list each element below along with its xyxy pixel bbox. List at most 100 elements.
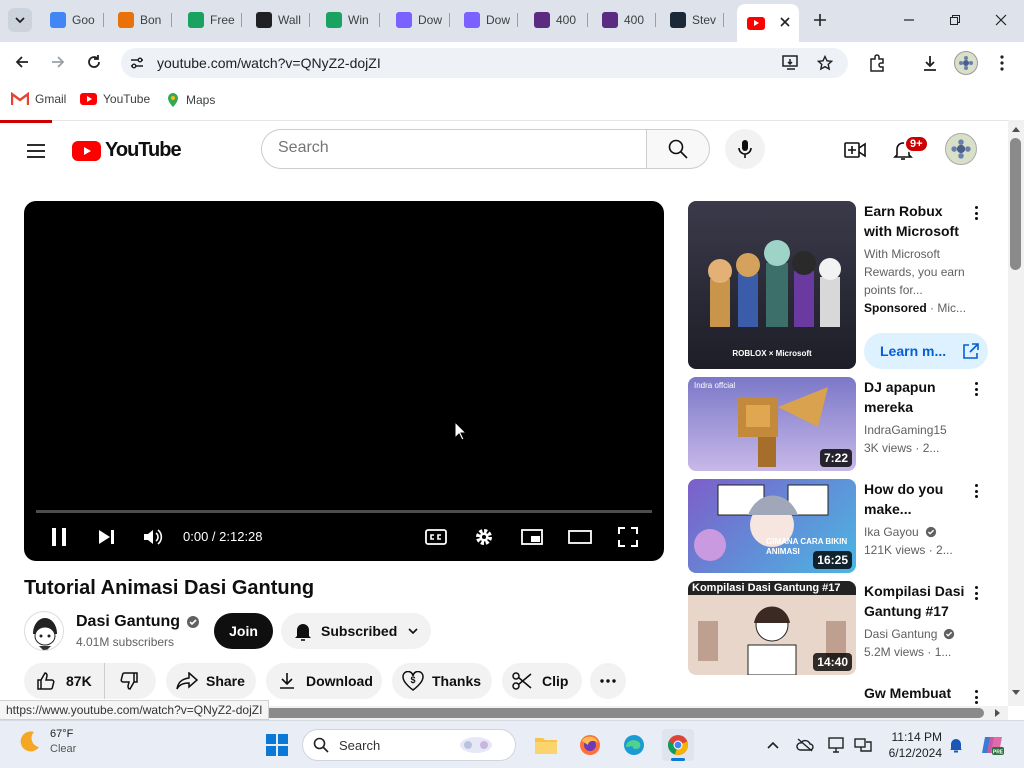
thanks-button[interactable]: $ Thanks (392, 663, 492, 699)
downloads-button[interactable] (917, 50, 943, 76)
video-age: 2... (922, 441, 940, 455)
chrome-taskbar-button[interactable] (662, 729, 694, 761)
youtube-logo[interactable]: YouTube (72, 139, 182, 162)
subscribed-button[interactable]: Subscribed (281, 613, 431, 649)
address-bar[interactable]: youtube.com/watch?v=QNyZ2-dojZI (121, 48, 848, 78)
notifications-button[interactable]: 9+ (888, 135, 929, 165)
clip-button[interactable]: Clip (502, 663, 582, 699)
network-volume-icons[interactable] (852, 733, 874, 757)
settings-button[interactable] (470, 517, 498, 557)
bookmark-maps[interactable]: Maps (166, 92, 215, 108)
back-button[interactable] (8, 48, 36, 76)
video-card-menu-button[interactable] (972, 379, 980, 399)
extensions-button[interactable] (864, 50, 890, 76)
show-hidden-icons-button[interactable] (762, 733, 784, 757)
captions-button[interactable] (422, 517, 450, 557)
file-explorer-button[interactable] (530, 729, 562, 761)
create-button[interactable] (840, 135, 870, 165)
share-button[interactable]: Share (166, 663, 256, 699)
profile-avatar-button[interactable] (954, 51, 978, 75)
progress-bar[interactable] (36, 510, 652, 513)
video-thumbnail[interactable]: GIMANA CARA BIKIN ANIMASI 16:25 (688, 479, 856, 573)
ad-card[interactable]: ROBLOX × Microsoft Earn Robux with Micro… (688, 201, 1008, 371)
browser-tab[interactable]: Wall (246, 6, 310, 34)
weather-text: 67°F Clear (50, 727, 76, 757)
bookmark-gmail[interactable]: Gmail (11, 92, 66, 106)
new-tab-button[interactable] (808, 8, 832, 32)
chrome-menu-button[interactable] (990, 50, 1014, 76)
search-highlight-icon (460, 737, 493, 753)
minimize-button[interactable] (894, 6, 924, 34)
thumb-text: Kompilasi Dasi Gantung #17 (692, 582, 841, 594)
browser-tab[interactable]: Dow (386, 6, 450, 34)
video-card-menu-button[interactable] (972, 583, 980, 603)
install-app-icon[interactable] (781, 53, 801, 73)
notification-center-button[interactable] (946, 733, 966, 757)
dislike-button[interactable] (104, 663, 156, 699)
close-window-button[interactable] (986, 6, 1016, 34)
fullscreen-button[interactable] (614, 517, 642, 557)
start-button[interactable] (264, 732, 290, 758)
tab-youtube-active[interactable] (737, 4, 799, 42)
ad-thumbnail[interactable]: ROBLOX × Microsoft (688, 201, 856, 369)
site-info-icon[interactable] (127, 53, 147, 73)
like-button[interactable]: 87K (24, 663, 104, 699)
related-video-card[interactable]: GIMANA CARA BIKIN ANIMASI 16:25 How do y… (688, 479, 1008, 575)
voice-search-button[interactable] (725, 129, 765, 169)
account-avatar[interactable] (945, 133, 977, 165)
learn-more-button[interactable]: Learn m... (864, 333, 988, 369)
clock[interactable]: 11:14 PM 6/12/2024 (884, 729, 942, 761)
miniplayer-button[interactable] (518, 517, 546, 557)
browser-tab[interactable]: Bon (108, 6, 172, 34)
more-actions-button[interactable] (590, 663, 626, 699)
bookmark-youtube[interactable]: YouTube (80, 92, 150, 106)
join-label: Join (229, 623, 258, 639)
video-thumbnail[interactable]: Kompilasi Dasi Gantung #17 14:40 (688, 581, 856, 675)
download-button[interactable]: Download (266, 663, 382, 699)
weather-widget[interactable]: 67°F Clear (16, 727, 76, 757)
cloud-status-icon[interactable] (794, 733, 816, 757)
video-card-menu-button[interactable] (972, 481, 980, 501)
display-icon[interactable] (826, 733, 848, 757)
firefox-button[interactable] (574, 729, 606, 761)
search-icon (668, 139, 688, 159)
copilot-button[interactable]: PRE (978, 731, 1006, 759)
related-video-card[interactable]: Gw Membuat (688, 683, 1008, 706)
browser-tab[interactable]: Goo (40, 6, 104, 34)
join-button[interactable]: Join (214, 613, 273, 649)
tab-search-button[interactable] (8, 8, 32, 32)
forward-button[interactable] (44, 48, 72, 76)
browser-tab[interactable]: 400 (592, 6, 656, 34)
browser-tab[interactable]: Win (316, 6, 380, 34)
reload-button[interactable] (80, 48, 108, 76)
browser-tab[interactable]: Free (178, 6, 242, 34)
channel-avatar[interactable] (24, 611, 64, 651)
vertical-scrollbar[interactable] (1008, 120, 1024, 706)
restore-button[interactable] (940, 6, 970, 34)
browser-tab[interactable]: Stev (660, 6, 724, 34)
browser-tab[interactable]: Dow (454, 6, 518, 34)
taskbar-search-box[interactable]: Search (302, 729, 516, 761)
related-video-card[interactable]: Kompilasi Dasi Gantung #17 14:40 Kompila… (688, 581, 1008, 677)
mute-button[interactable] (138, 517, 168, 557)
svg-text:PRE: PRE (993, 750, 1004, 756)
video-thumbnail[interactable]: Indra offcial 7:22 (688, 377, 856, 471)
next-button[interactable] (92, 517, 122, 557)
browser-tab[interactable]: 400 (524, 6, 588, 34)
theater-mode-button[interactable] (566, 517, 594, 557)
search-button[interactable] (646, 129, 710, 169)
channel-name-row[interactable]: Dasi Gantung (76, 613, 200, 631)
vertical-scroll-thumb[interactable] (1010, 138, 1021, 270)
close-tab-icon[interactable] (777, 14, 793, 30)
bookmark-label: Maps (186, 93, 216, 107)
ad-menu-button[interactable] (972, 203, 980, 223)
guide-menu-button[interactable] (22, 137, 50, 165)
pause-button[interactable] (44, 517, 74, 557)
search-box[interactable] (261, 129, 647, 169)
related-video-card[interactable]: Indra offcial 7:22 DJ apapun mereka bila… (688, 377, 1008, 473)
bookmark-star-icon[interactable] (815, 53, 835, 73)
edge-button[interactable] (618, 729, 650, 761)
video-player[interactable]: 0:00 / 2:12:28 (24, 201, 664, 561)
video-card-menu-button[interactable] (972, 687, 980, 706)
search-input[interactable] (278, 139, 628, 157)
